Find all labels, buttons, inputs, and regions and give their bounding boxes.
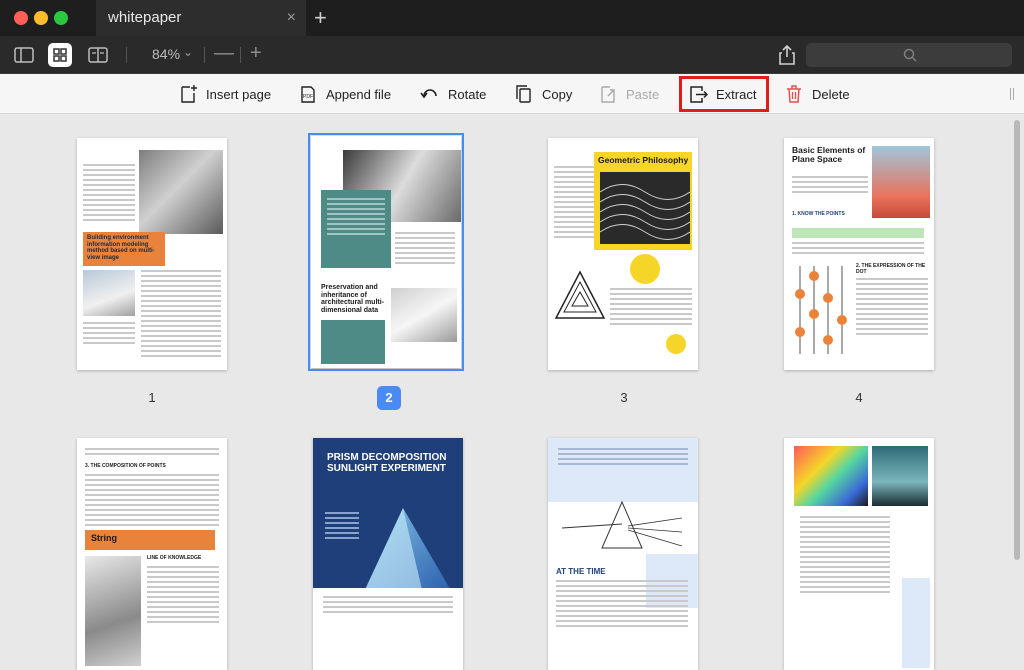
sidebar-toggle-icon[interactable]	[12, 43, 36, 67]
grid-view-icon[interactable]	[48, 43, 72, 67]
rainbow-photo	[794, 446, 868, 506]
page-number-1[interactable]: 1	[140, 386, 164, 410]
close-window-button[interactable]	[14, 11, 28, 25]
abstract-photo	[872, 146, 930, 218]
share-icon[interactable]	[776, 43, 798, 67]
divider	[240, 47, 241, 63]
page-tools-bar: Insert page PDF Append file Rotate Copy …	[0, 74, 1024, 114]
divider	[204, 47, 205, 63]
zoom-in-button[interactable]: +	[250, 42, 262, 65]
text-highlight	[792, 228, 924, 238]
page-thumbnail-1[interactable]: Building environment information modelin…	[77, 138, 227, 370]
toolbar-grip[interactable]	[1010, 88, 1014, 100]
page-number-2[interactable]: 2	[377, 386, 401, 410]
title-bar: whitepaper × +	[0, 0, 1024, 36]
spiral-stairs-photo	[85, 556, 141, 666]
page-5-subheading-2: LINE OF KNOWLEDGE	[147, 555, 202, 561]
rotate-button[interactable]: Rotate	[420, 74, 486, 114]
page-7-heading: AT THE TIME	[556, 567, 606, 576]
blue-side-block	[902, 578, 930, 668]
zoom-level[interactable]: 84%	[152, 46, 180, 62]
extract-highlight-box	[679, 76, 769, 112]
page-4-heading: Basic Elements of Plane Space	[792, 145, 866, 165]
page-4-subheading-1: 1. KNOW THE POINTS	[792, 211, 845, 217]
page-thumbnail-5[interactable]: 3. THE COMPOSITION OF POINTS String LINE…	[77, 438, 227, 670]
maximize-window-button[interactable]	[54, 11, 68, 25]
page-number-4[interactable]: 4	[847, 386, 871, 410]
new-tab-button[interactable]: +	[314, 4, 327, 32]
page-6-heading: PRISM DECOMPOSITION SUNLIGHT EXPERIMENT	[327, 452, 447, 474]
blueprint-photo	[391, 288, 457, 342]
page-thumbnail-3[interactable]: Geometric Philosophy	[548, 138, 698, 370]
page-4-subheading-2: 2. THE EXPRESSION OF THE DOT	[856, 263, 926, 275]
small-yellow-circle	[666, 334, 686, 354]
wave-pattern-image	[600, 172, 690, 244]
append-file-label: Append file	[326, 86, 392, 102]
chevron-down-icon[interactable]: ⌄	[183, 45, 193, 59]
page-view-icon[interactable]	[86, 43, 110, 67]
architecture-photo	[139, 150, 223, 234]
page-thumbnail-4[interactable]: Basic Elements of Plane Space 1. KNOW TH…	[784, 138, 934, 370]
page-thumbnail-8[interactable]	[784, 438, 934, 670]
document-tab[interactable]: whitepaper ×	[96, 0, 306, 36]
delete-label: Delete	[812, 86, 850, 102]
paste-label: Paste	[626, 86, 660, 102]
view-bar: 84% ⌄ — +	[0, 36, 1024, 74]
dots-illustration	[795, 266, 847, 354]
page-number-3[interactable]: 3	[612, 386, 636, 410]
delete-button[interactable]: Delete	[784, 74, 850, 114]
append-pdf-icon: PDF	[301, 86, 315, 103]
trash-icon	[787, 85, 801, 103]
copy-icon	[516, 85, 531, 103]
prism-diagram	[562, 500, 683, 549]
zoom-out-button[interactable]: —	[214, 42, 234, 65]
document-tab-title: whitepaper	[108, 9, 182, 26]
building-photo	[83, 270, 135, 316]
tab-close-icon[interactable]: ×	[287, 0, 296, 36]
minimize-window-button[interactable]	[34, 11, 48, 25]
page-2-heading: Preservation and inheritance of architec…	[321, 284, 385, 315]
page-thumbnail-7[interactable]: AT THE TIME	[548, 438, 698, 670]
paste-button[interactable]: Paste	[598, 74, 659, 114]
rotate-icon	[420, 89, 437, 99]
page-1-heading: Building environment information modelin…	[87, 235, 155, 261]
geometric-drawing	[554, 270, 606, 319]
insert-page-icon	[181, 85, 197, 103]
yellow-circle	[630, 254, 660, 284]
svg-text:PDF: PDF	[303, 94, 313, 100]
insert-page-label: Insert page	[206, 86, 272, 102]
copy-label: Copy	[542, 86, 573, 102]
page-5-subheading-1: String	[91, 533, 117, 543]
append-file-button[interactable]: PDF Append file	[298, 74, 391, 114]
search-icon	[903, 48, 917, 62]
insert-page-button[interactable]: Insert page	[178, 74, 271, 114]
page-thumbnail-6[interactable]: PRISM DECOMPOSITION SUNLIGHT EXPERIMENT	[313, 438, 463, 670]
teal-block	[321, 320, 385, 364]
prism-photo	[872, 446, 928, 506]
divider	[126, 47, 127, 63]
page-thumbnail-2[interactable]: Preservation and inheritance of architec…	[308, 133, 464, 371]
vertical-scrollbar[interactable]	[1014, 120, 1020, 560]
copy-button[interactable]: Copy	[514, 74, 572, 114]
rotate-label: Rotate	[448, 86, 487, 102]
page-5-heading: 3. THE COMPOSITION OF POINTS	[85, 463, 166, 469]
page-3-heading: Geometric Philosophy	[598, 155, 689, 165]
paste-icon	[601, 86, 615, 103]
